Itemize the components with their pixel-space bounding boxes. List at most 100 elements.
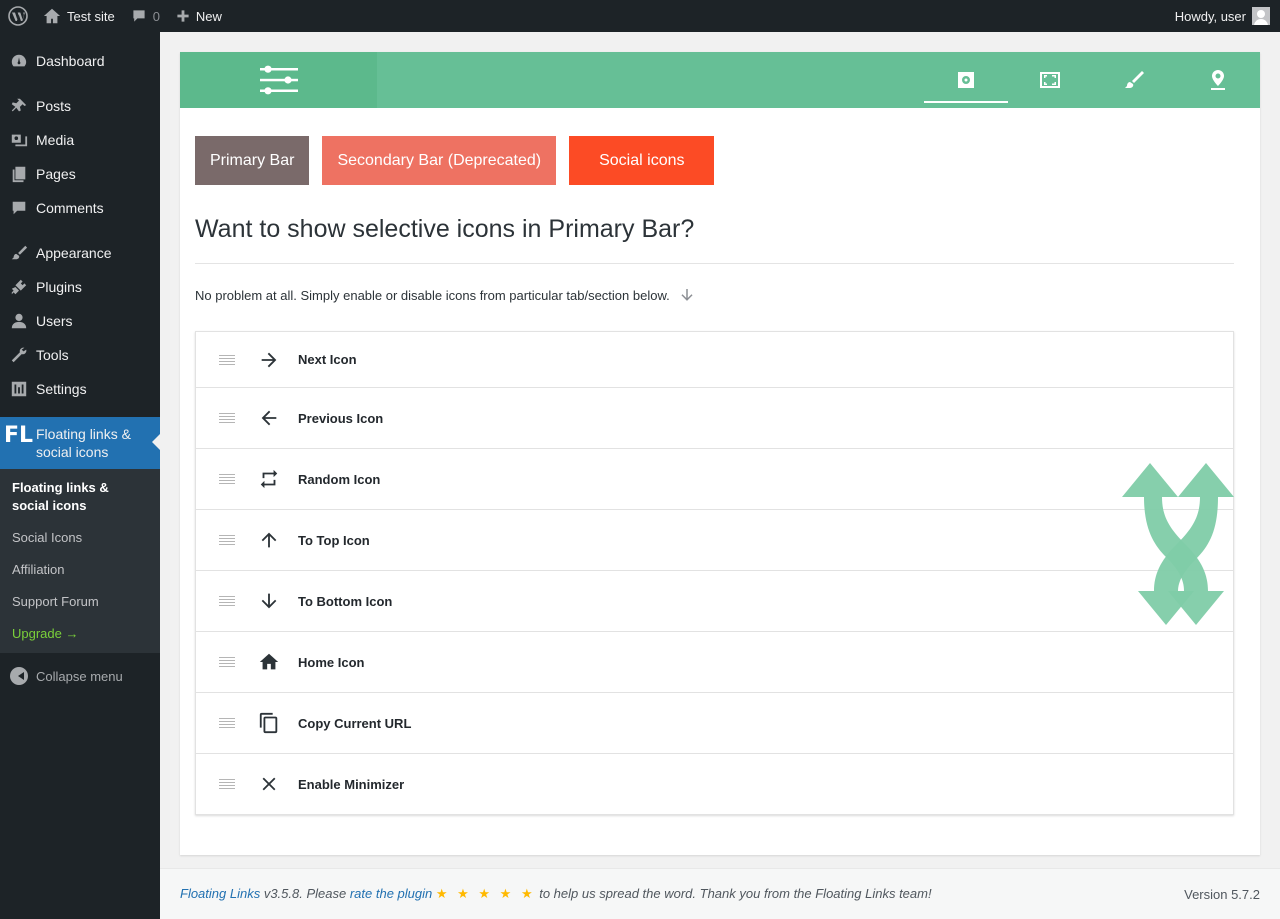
drag-handle-icon[interactable]: [219, 657, 235, 667]
tab-settings[interactable]: [924, 52, 1008, 108]
panel-header: [180, 52, 1260, 108]
list-item-label: Previous Icon: [298, 410, 384, 426]
sidebar-item-appearance[interactable]: Appearance: [0, 236, 160, 270]
fullscreen-icon: [1040, 72, 1060, 88]
list-item[interactable]: Enable Minimizer: [196, 753, 1233, 814]
footer-credit: Floating Links v3.5.8. Please rate the p…: [180, 886, 932, 902]
sidebar-item-tools[interactable]: Tools: [0, 338, 160, 372]
list-item[interactable]: To Bottom Icon: [196, 570, 1233, 631]
brush-icon: [10, 244, 36, 262]
sidebar-item-dashboard[interactable]: Dashboard: [0, 44, 160, 78]
wp-version: Version 5.7.2: [1184, 886, 1260, 902]
fl-logo-icon: FL: [4, 423, 34, 448]
list-item-label: To Top Icon: [298, 532, 370, 548]
sidebar-item-users[interactable]: Users: [0, 304, 160, 338]
tab-style[interactable]: [1092, 52, 1176, 108]
arrow-right-icon: [257, 348, 281, 372]
list-item[interactable]: Random Icon: [196, 448, 1233, 509]
list-item-label: Enable Minimizer: [298, 776, 405, 792]
drag-handle-icon[interactable]: [219, 535, 235, 545]
wordpress-logo-icon[interactable]: [0, 0, 35, 32]
collapse-label: Collapse menu: [36, 668, 123, 684]
site-name: Test site: [67, 8, 115, 24]
sidebar-item-label: Media: [36, 132, 75, 148]
list-item[interactable]: Copy Current URL: [196, 692, 1233, 753]
footer-version-text: v3.5.8. Please: [260, 886, 350, 901]
sidebar-item-comments[interactable]: Comments: [0, 191, 160, 225]
submenu-item-social-icons[interactable]: Social Icons: [0, 525, 160, 551]
sidebar-item-pages[interactable]: Pages: [0, 157, 160, 191]
submenu-item-floating-links[interactable]: Floating links & social icons: [0, 475, 160, 519]
sidebar-item-label: Posts: [36, 98, 72, 114]
sidebar-item-settings[interactable]: Settings: [0, 372, 160, 406]
list-item[interactable]: Next Icon: [196, 332, 1233, 387]
submenu-item-affiliation[interactable]: Affiliation: [0, 557, 160, 583]
footer-thanks-text: to help us spread the word. Thank you fr…: [535, 886, 932, 901]
brush-icon: [1125, 71, 1144, 88]
sidebar-item-media[interactable]: Media: [0, 123, 160, 157]
account-menu[interactable]: Howdy, user: [1167, 0, 1280, 32]
sidebar-item-label: Plugins: [36, 279, 82, 295]
arrow-up-icon: [257, 528, 281, 552]
comment-icon: [10, 199, 36, 217]
sort-arrows-icon: [1122, 463, 1234, 625]
location-pin-icon: [1211, 70, 1225, 90]
admin-sidebar: Dashboard Posts Media Pages Comments App…: [0, 32, 160, 919]
instruction-text: No problem at all. Simply enable or disa…: [195, 286, 696, 304]
sidebar-item-label: Appearance: [36, 245, 112, 261]
list-item[interactable]: To Top Icon: [196, 509, 1233, 570]
comment-icon: [133, 10, 145, 22]
list-item[interactable]: Home Icon: [196, 631, 1233, 692]
admin-footer: Floating Links v3.5.8. Please rate the p…: [160, 868, 1280, 919]
drag-handle-icon[interactable]: [219, 474, 235, 484]
drag-handle-icon[interactable]: [219, 718, 235, 728]
arrow-left-icon: [257, 406, 281, 430]
sidebar-item-floating-links[interactable]: FL Floating links & social icons: [0, 417, 160, 469]
plugin-link[interactable]: Floating Links: [180, 886, 260, 901]
social-icons-button[interactable]: Social icons: [569, 136, 715, 185]
sidebar-item-posts[interactable]: Posts: [0, 89, 160, 123]
plug-icon: [10, 278, 36, 296]
site-name-link[interactable]: Test site: [35, 0, 123, 32]
tab-layout[interactable]: [1008, 52, 1092, 108]
submenu-item-upgrade[interactable]: Upgrade →: [0, 621, 160, 647]
new-label: New: [195, 8, 222, 24]
new-content-link[interactable]: New: [168, 0, 230, 32]
comments-link[interactable]: 0: [123, 0, 168, 32]
wrench-icon: [10, 346, 36, 364]
drag-handle-icon[interactable]: [219, 596, 235, 606]
sidebar-item-label: Users: [36, 313, 73, 329]
tab-position[interactable]: [1176, 52, 1260, 108]
home-icon: [43, 8, 61, 24]
sidebar-item-plugins[interactable]: Plugins: [0, 270, 160, 304]
primary-bar-button[interactable]: Primary Bar: [195, 136, 310, 185]
sidebar-item-label: Dashboard: [36, 53, 105, 69]
pages-icon: [10, 165, 36, 183]
sidebar-item-label: Settings: [36, 381, 87, 397]
drag-handle-icon[interactable]: [219, 354, 235, 365]
sidebar-item-label: Comments: [36, 200, 104, 216]
settings-icon: [10, 380, 36, 398]
comments-count: 0: [152, 8, 160, 24]
list-item-label: Next Icon: [298, 352, 357, 367]
close-icon: [257, 772, 281, 796]
list-item[interactable]: Previous Icon: [196, 387, 1233, 448]
submenu-item-support-forum[interactable]: Support Forum: [0, 589, 160, 615]
home-icon: [257, 650, 281, 674]
drag-handle-icon[interactable]: [219, 413, 235, 423]
repeat-icon: [257, 467, 281, 491]
drag-handle-icon[interactable]: [219, 779, 235, 789]
collapse-menu-button[interactable]: Collapse menu: [0, 659, 160, 693]
rate-plugin-link[interactable]: rate the plugin: [350, 886, 432, 901]
list-item-label: Random Icon: [298, 471, 381, 487]
panel-tabs: [924, 52, 1260, 108]
user-icon: [10, 312, 36, 330]
secondary-bar-button[interactable]: Secondary Bar (Deprecated): [322, 136, 557, 185]
list-item-label: Copy Current URL: [298, 715, 412, 731]
list-item-label: To Bottom Icon: [298, 593, 393, 609]
plus-icon: [177, 10, 189, 22]
rating-stars[interactable]: ★ ★ ★ ★ ★: [436, 886, 536, 901]
page-title: Want to show selective icons in Primary …: [195, 215, 695, 243]
settings-panel: Primary Bar Secondary Bar (Deprecated) S…: [180, 52, 1260, 855]
divider: [195, 263, 1234, 264]
